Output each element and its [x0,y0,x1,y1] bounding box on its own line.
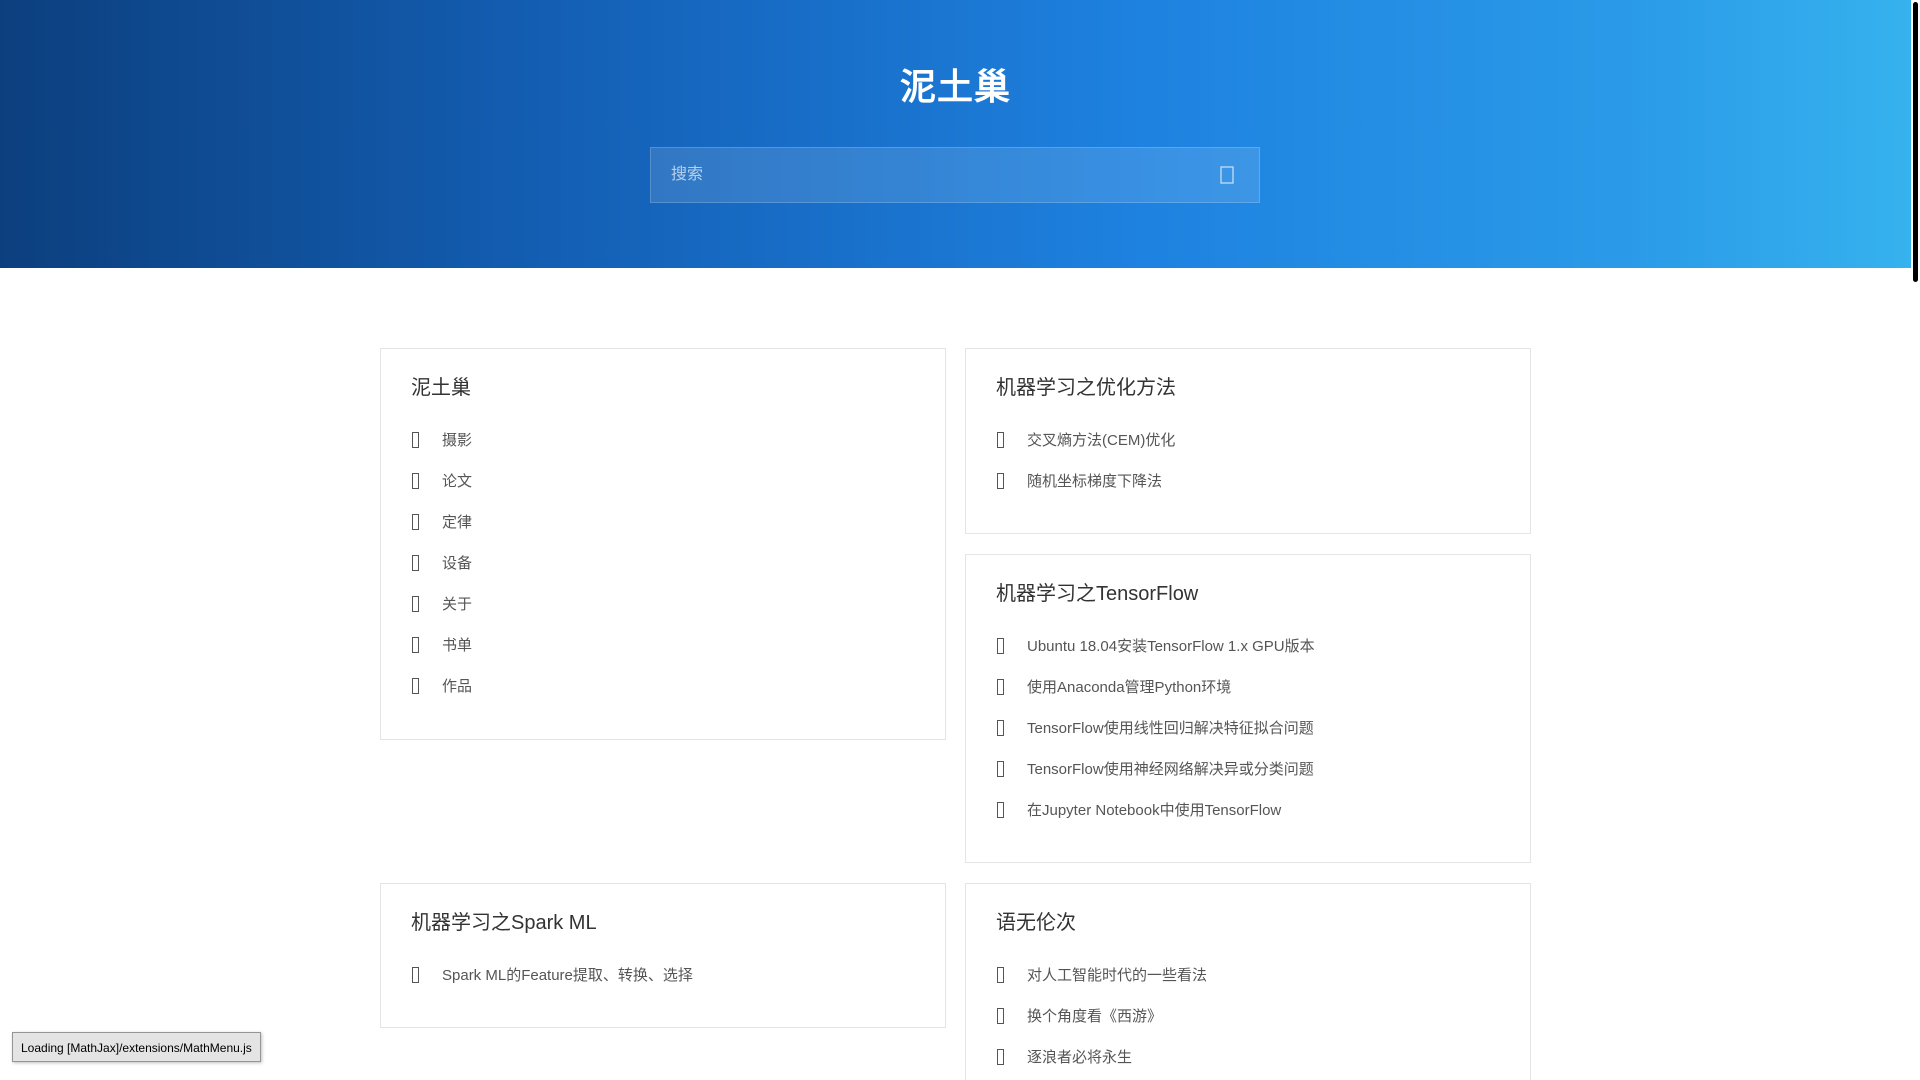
list-item-link[interactable]: TensorFlow使用线性回归解决特征拟合问题 [1027,717,1314,738]
list-item[interactable]: Spark ML的Feature提取、转换、选择 [411,954,693,995]
list-item[interactable]: 摄影 [411,419,472,460]
document-icon [412,966,419,983]
list-item[interactable]: 书单 [411,624,472,665]
list-item-link[interactable]: 作品 [442,675,472,696]
list-item-link[interactable]: 使用Anaconda管理Python环境 [1027,676,1231,697]
list-item-link[interactable]: 定律 [442,511,472,532]
card-list: 交叉熵方法(CEM)优化 随机坐标梯度下降法 [996,419,1175,501]
list-item[interactable]: 交叉熵方法(CEM)优化 [996,419,1175,460]
list-item[interactable]: 逐浪者必将永生 [996,1036,1207,1077]
list-item[interactable]: 换个角度看《西游》 [996,995,1207,1036]
card-ml-spark: 机器学习之Spark ML Spark ML的Feature提取、转换、选择 [380,883,946,1028]
card-nituchao: 泥土巢 摄影 论文 定律 设备 关于 书单 作品 [380,348,946,740]
list-item[interactable]: TensorFlow使用神经网络解决异或分类问题 [996,748,1315,789]
list-item-link[interactable]: TensorFlow使用神经网络解决异或分类问题 [1027,758,1314,779]
document-icon [997,966,1004,983]
card-ramblings: 语无伦次 对人工智能时代的一些看法 换个角度看《西游》 逐浪者必将永生 [965,883,1531,1080]
document-icon [997,801,1004,818]
list-item[interactable]: Ubuntu 18.04安装TensorFlow 1.x GPU版本 [996,625,1315,666]
site-title[interactable]: 泥土巢 [0,58,1911,110]
hero-header: 泥土巢 [0,0,1911,268]
card-list: Spark ML的Feature提取、转换、选择 [411,954,693,995]
card-title: 机器学习之优化方法 [996,377,1176,399]
search-box [650,147,1260,203]
document-icon [412,554,419,571]
list-item-link[interactable]: 交叉熵方法(CEM)优化 [1027,429,1175,450]
scrollbar[interactable] [1911,0,1920,1080]
document-icon [997,1048,1004,1065]
card-title: 机器学习之TensorFlow [996,583,1199,605]
document-icon [997,637,1004,654]
list-item[interactable]: 定律 [411,501,472,542]
list-item-link[interactable]: 对人工智能时代的一些看法 [1027,964,1207,985]
list-item-link[interactable]: 随机坐标梯度下降法 [1027,470,1162,491]
card-title: 泥土巢 [411,377,471,399]
list-item[interactable]: 论文 [411,460,472,501]
page: 泥土巢 泥土巢 摄影 论文 定律 设备 关于 书单 作品 机器学习之优化方法 交… [0,0,1920,1080]
document-icon [412,677,419,694]
document-icon [412,472,419,489]
card-list: Ubuntu 18.04安装TensorFlow 1.x GPU版本 使用Ana… [996,625,1315,830]
list-item-link[interactable]: 逐浪者必将永生 [1027,1046,1132,1067]
card-ml-optimization: 机器学习之优化方法 交叉熵方法(CEM)优化 随机坐标梯度下降法 [965,348,1531,534]
search-icon[interactable] [1217,164,1239,186]
list-item[interactable]: 关于 [411,583,472,624]
list-item[interactable]: 对人工智能时代的一些看法 [996,954,1207,995]
document-icon [997,678,1004,695]
card-list: 对人工智能时代的一些看法 换个角度看《西游》 逐浪者必将永生 [996,954,1207,1077]
list-item-link[interactable]: 摄影 [442,429,472,450]
list-item-link[interactable]: 论文 [442,470,472,491]
card-title: 语无伦次 [996,912,1076,934]
list-item[interactable]: 随机坐标梯度下降法 [996,460,1175,501]
card-list: 摄影 论文 定律 设备 关于 书单 作品 [411,419,472,706]
document-icon [997,719,1004,736]
document-icon [412,431,419,448]
list-item-link[interactable]: 设备 [442,552,472,573]
list-item[interactable]: 设备 [411,542,472,583]
list-item[interactable]: 作品 [411,665,472,706]
list-item-link[interactable]: Ubuntu 18.04安装TensorFlow 1.x GPU版本 [1027,635,1315,656]
list-item-link[interactable]: 换个角度看《西游》 [1027,1005,1162,1026]
list-item-link[interactable]: 书单 [442,634,472,655]
list-item-link[interactable]: 关于 [442,593,472,614]
list-item-link[interactable]: 在Jupyter Notebook中使用TensorFlow [1027,799,1281,820]
list-item[interactable]: TensorFlow使用线性回归解决特征拟合问题 [996,707,1315,748]
mathjax-loading-status: Loading [MathJax]/extensions/MathMenu.js [12,1032,261,1062]
list-item[interactable]: 在Jupyter Notebook中使用TensorFlow [996,789,1315,830]
document-icon [997,472,1004,489]
card-ml-tensorflow: 机器学习之TensorFlow Ubuntu 18.04安装TensorFlow… [965,554,1531,863]
list-item-link[interactable]: Spark ML的Feature提取、转换、选择 [442,964,693,985]
list-item[interactable]: 使用Anaconda管理Python环境 [996,666,1315,707]
card-title: 机器学习之Spark ML [411,912,597,934]
document-icon [412,595,419,612]
document-icon [412,636,419,653]
search-input[interactable] [651,148,1231,202]
document-icon [997,760,1004,777]
scrollbar-thumb[interactable] [1913,2,1918,282]
document-icon [997,431,1004,448]
document-icon [997,1007,1004,1024]
document-icon [412,513,419,530]
